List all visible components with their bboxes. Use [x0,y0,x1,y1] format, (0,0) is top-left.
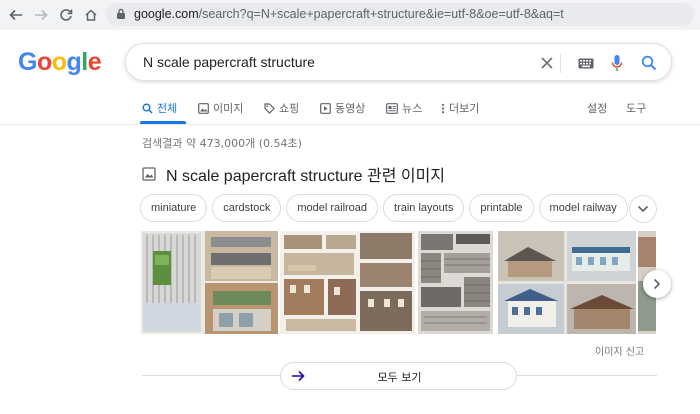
logo-letter: g [66,48,82,76]
logo-letter: o [51,48,67,76]
images-heading[interactable]: N scale papercraft structure 관련 이미지 [142,162,445,186]
tab-videos-label: 동영상 [335,102,366,115]
back-button[interactable] [6,5,26,25]
forward-button[interactable] [31,5,51,25]
tag-icon [264,102,275,114]
more-vert-icon [441,103,445,113]
clear-button[interactable] [537,53,557,73]
tab-shopping[interactable]: 쇼핑 [264,99,299,117]
results-count: 검색결과 약 473,000개 (0.54초) [142,137,302,150]
active-tab-indicator [140,121,186,124]
report-images-link[interactable]: 이미지 신고 [595,343,644,358]
lock-icon [117,8,125,19]
search-icon [142,103,153,114]
microphone-icon [611,55,623,71]
papercraft-station-image [498,231,636,334]
chip-printable[interactable]: printable [469,194,534,222]
forward-arrow-icon [35,9,48,21]
voice-search-button[interactable] [607,53,627,73]
images-heading-text: N scale papercraft structure 관련 이미지 [166,168,446,185]
see-all-label: 모두 보기 [377,371,422,384]
url-text: google.com/search?q=N+scale+papercraft+s… [134,7,564,21]
tools-label: 도구 [626,102,647,115]
settings-label: 설정 [587,102,608,115]
tab-news-label: 뉴스 [402,102,423,115]
search-icon [641,55,657,71]
chip-model-railway[interactable]: model railway [538,194,628,222]
search-box[interactable]: N scale papercraft structure [125,43,672,81]
logo-letter: G [18,48,37,76]
url-path: /search?q=N+scale+papercraft+structure&i… [198,7,564,21]
news-icon [386,102,398,114]
image-result[interactable] [280,231,415,334]
tab-more[interactable]: 더보기 [441,99,479,117]
browser-toolbar: google.com/search?q=N+scale+papercraft+s… [0,0,700,30]
google-logo[interactable]: Google [18,48,102,77]
logo-letter: o [36,48,52,76]
search-box-divider [560,53,561,73]
tools-link[interactable]: 도구 [626,99,646,117]
search-tabs: 전체 이미지 쇼핑 동영상 뉴스 더보기 설정 도구 [0,96,700,125]
tab-images[interactable]: 이미지 [198,99,243,117]
play-icon [320,102,331,114]
chips-expand-button[interactable] [629,195,657,223]
image-result[interactable] [498,231,636,334]
keyboard-icon [578,58,594,68]
papercraft-texture-image [418,231,493,334]
image-icon [198,102,209,114]
refinement-chips: miniature cardstock model railroad train… [140,194,628,222]
back-arrow-icon [9,9,22,21]
chevron-down-icon [637,205,649,213]
image-result[interactable] [141,231,278,334]
papercraft-sheet-image [280,231,415,334]
tab-all[interactable]: 전체 [142,99,177,117]
reload-button[interactable] [56,5,76,25]
tab-videos[interactable]: 동영상 [320,99,365,117]
home-button[interactable] [81,5,101,25]
reload-icon [60,9,73,21]
chip-model-railroad[interactable]: model railroad [286,194,379,222]
close-icon [541,57,553,69]
chip-miniature[interactable]: miniature [140,194,208,222]
see-all-button[interactable]: 모두 보기 [280,362,517,390]
keyboard-button[interactable] [576,53,596,73]
image-icon [142,167,156,181]
logo-letter: e [87,48,102,76]
chevron-right-icon [653,278,661,290]
tab-news[interactable]: 뉴스 [386,99,422,117]
settings-link[interactable]: 설정 [587,99,607,117]
tab-more-label: 더보기 [449,102,480,115]
url-host: google.com [134,7,199,21]
gallery-next-button[interactable] [643,270,671,298]
chip-train-layouts[interactable]: train layouts [383,194,465,222]
address-bar[interactable]: google.com/search?q=N+scale+papercraft+s… [106,3,694,26]
search-button[interactable] [639,53,659,73]
image-result[interactable] [418,231,493,334]
tab-images-label: 이미지 [213,102,244,115]
home-icon [85,9,97,21]
chip-cardstock[interactable]: cardstock [212,194,282,222]
tab-all-label: 전체 [157,102,178,115]
papercraft-building-image [141,231,278,334]
tab-shopping-label: 쇼핑 [279,102,300,115]
search-input[interactable]: N scale papercraft structure [143,54,315,70]
